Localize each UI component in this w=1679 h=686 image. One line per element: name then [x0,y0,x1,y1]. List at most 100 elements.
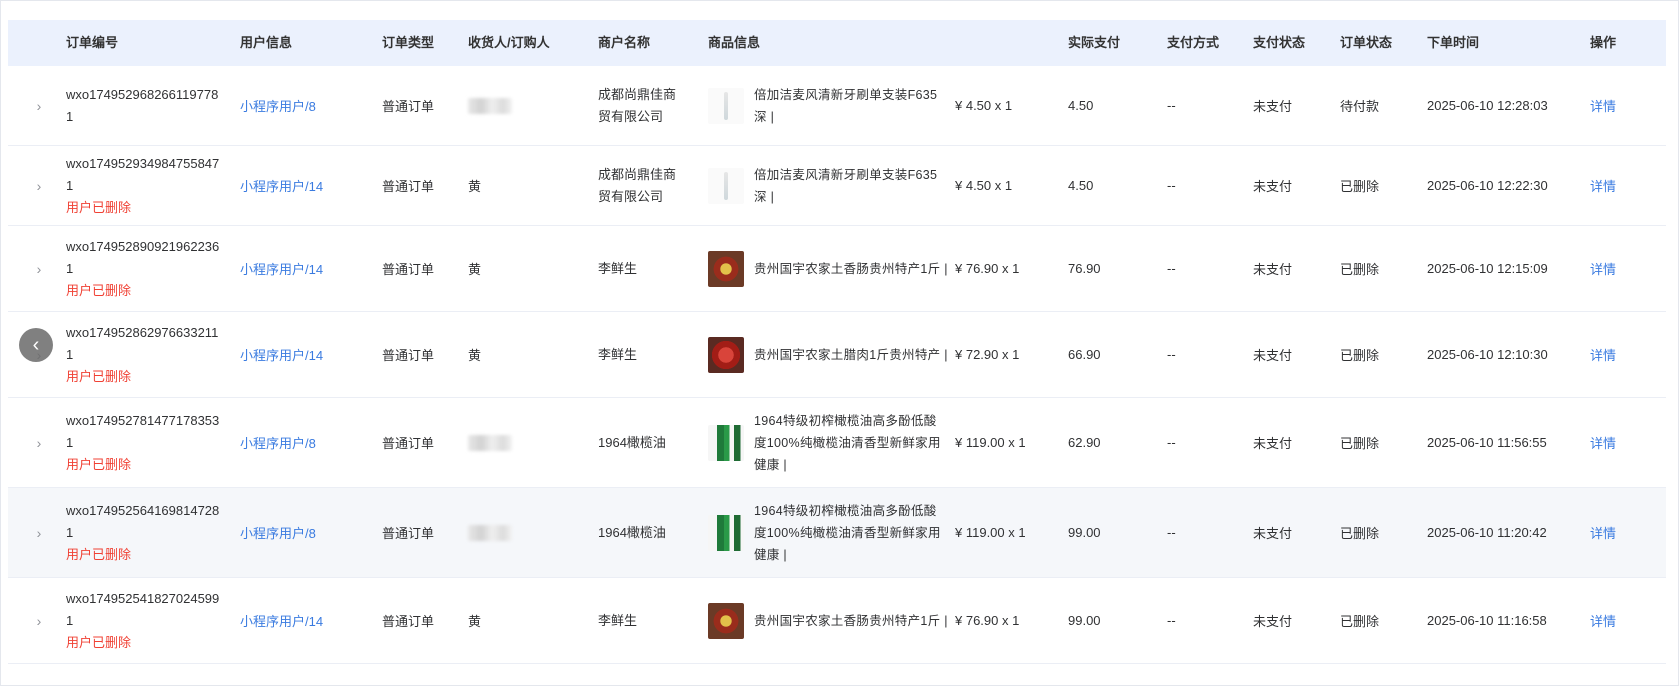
goods-name: 倍加洁麦风清新牙刷单支装F635 深 | [754,87,938,124]
detail-link[interactable]: 详情 [1590,259,1616,278]
detail-link[interactable]: 详情 [1590,96,1616,115]
goods-thumbnail [708,424,744,461]
goods-info: 1964特级初榨橄榄油高多酚低酸度100%纯橄榄油清香型新鲜家用健康 | ¥ 1… [708,410,1026,476]
goods-name: 贵州国宇农家土香肠贵州特产1斤 | [754,261,948,276]
order-number-cell: wxo174952968266119778 1 [66,66,231,145]
merchant-cell: 成都尚鼎佳商贸有限公司 [598,146,688,225]
goods-info: 贵州国宇农家土香肠贵州特产1斤 | ¥ 76.90 x 1 [708,602,1020,639]
receiver-cell: 黄 [468,578,481,663]
order-time: 2025-06-10 12:28:03 [1427,98,1548,113]
order-number-cell: wxo174952934984755847 1 用户已删除 [66,146,231,225]
order-time: 2025-06-10 12:15:09 [1427,261,1548,276]
order-number-cell: wxo174952890921962236 1 用户已删除 [66,226,231,311]
goods-price: ¥ 119.00 x 1 [955,525,1026,540]
user-link[interactable]: 小程序用户/8 [240,433,316,452]
goods-thumbnail [708,87,744,124]
user-link[interactable]: 小程序用户/14 [240,611,323,630]
col-goods: 商品信息 [708,35,761,50]
order-number: wxo174952564169814728 1 [66,502,220,540]
goods-thumbnail [708,336,744,373]
detail-link[interactable]: 详情 [1590,345,1616,364]
user-link[interactable]: 小程序用户/8 [240,523,316,542]
goods-price: ¥ 119.00 x 1 [955,435,1026,450]
user-info-cell: 小程序用户/14 [240,312,323,397]
chevron-right-icon[interactable]: › [33,526,45,540]
pay-method: -- [1167,435,1176,450]
merchant-name: 李鲜生 [598,612,638,628]
receiver-name: 黄 [468,262,482,277]
goods-thumbnail [708,167,744,204]
order-number: wxo174952890921962236 1 [66,238,220,276]
goods-name: 1964特级初榨橄榄油高多酚低酸度100%纯橄榄油清香型新鲜家用健康 | [754,413,941,472]
order-number: wxo174952862976633211 1 [66,324,219,362]
chevron-right-icon[interactable]: › [33,436,45,450]
action-cell: 详情 [1590,312,1616,397]
pay-method: -- [1167,613,1176,628]
order-number: wxo174952541827024599 1 [66,590,220,628]
detail-link[interactable]: 详情 [1590,611,1616,630]
table-row: › wxo174952781477178353 1 用户已删除 小程序用户/8 … [8,398,1666,488]
pay-status: 未支付 [1253,614,1293,629]
merchant-name: 成都尚鼎佳商贸有限公司 [598,86,677,124]
user-deleted-label: 用户已删除 [66,368,132,384]
receiver-cell: 黄 [468,312,481,397]
actual-pay: 76.90 [1068,261,1101,276]
order-status: 已删除 [1340,348,1380,363]
col-pay-status: 支付状态 [1253,35,1306,50]
goods-price: ¥ 4.50 x 1 [955,98,1013,113]
order-time: 2025-06-10 12:22:30 [1427,178,1548,193]
col-order-status: 订单状态 [1340,35,1393,50]
user-link[interactable]: 小程序用户/14 [240,259,323,278]
chevron-right-icon[interactable]: › [33,614,45,628]
pay-status: 未支付 [1253,179,1293,194]
orders-panel: 订单编号 用户信息 订单类型 收货人/订购人 商户名称 商品信息 实际支付 支付… [0,0,1679,686]
pay-status: 未支付 [1253,436,1293,451]
user-link[interactable]: 小程序用户/14 [240,176,323,195]
order-number-cell: wxo174952564169814728 1 用户已删除 [66,488,231,577]
merchant-cell: 1964橄榄油 [598,398,688,487]
order-type: 普通订单 [382,436,435,451]
pay-status: 未支付 [1253,99,1293,114]
goods-price: ¥ 76.90 x 1 [955,261,1020,276]
blurred-receiver [468,434,512,451]
user-link[interactable]: 小程序用户/8 [240,96,316,115]
actual-pay: 62.90 [1068,435,1101,450]
detail-link[interactable]: 详情 [1590,433,1616,452]
blurred-receiver [468,97,512,114]
chevron-right-icon[interactable]: › [33,179,45,193]
chevron-right-icon[interactable]: › [33,99,45,113]
receiver-name: 黄 [468,179,482,194]
chevron-right-icon[interactable]: › [33,262,45,276]
goods-info: 贵州国宇农家土腊肉1斤贵州特产 | ¥ 72.90 x 1 [708,336,1019,373]
col-order-type: 订单类型 [382,35,435,50]
order-status: 已删除 [1340,436,1380,451]
order-type: 普通订单 [382,179,435,194]
order-status: 已删除 [1340,526,1380,541]
order-status: 已删除 [1340,179,1380,194]
goods-thumbnail [708,602,744,639]
scroll-left-button[interactable]: ‹ [19,328,53,362]
action-cell: 详情 [1590,488,1616,577]
table-row: › wxo174952890921962236 1 用户已删除 小程序用户/14… [8,226,1666,312]
order-type: 普通订单 [382,614,435,629]
goods-thumbnail [708,514,744,551]
goods-price: ¥ 76.90 x 1 [955,613,1020,628]
actual-pay: 4.50 [1068,98,1094,113]
user-deleted-label: 用户已删除 [66,634,132,650]
merchant-cell: 李鲜生 [598,226,688,311]
goods-cell: 倍加洁麦风清新牙刷单支装F635 深 | ¥ 4.50 x 1 [708,146,1012,225]
user-link[interactable]: 小程序用户/14 [240,345,323,364]
order-time: 2025-06-10 12:10:30 [1427,347,1548,362]
order-number-cell: wxo174952541827024599 1 用户已删除 [66,578,231,663]
merchant-name: 李鲜生 [598,346,638,362]
detail-link[interactable]: 详情 [1590,523,1616,542]
order-number-cell: wxo174952862976633211 1 用户已删除 [66,312,231,397]
action-cell: 详情 [1590,226,1616,311]
action-cell: 详情 [1590,398,1616,487]
detail-link[interactable]: 详情 [1590,176,1616,195]
chevron-left-icon: ‹ [32,334,40,356]
goods-cell: 倍加洁麦风清新牙刷单支装F635 深 | ¥ 4.50 x 1 [708,66,1012,145]
receiver-cell: 黄 [468,146,481,225]
pay-status: 未支付 [1253,348,1293,363]
col-merchant: 商户名称 [598,35,651,50]
